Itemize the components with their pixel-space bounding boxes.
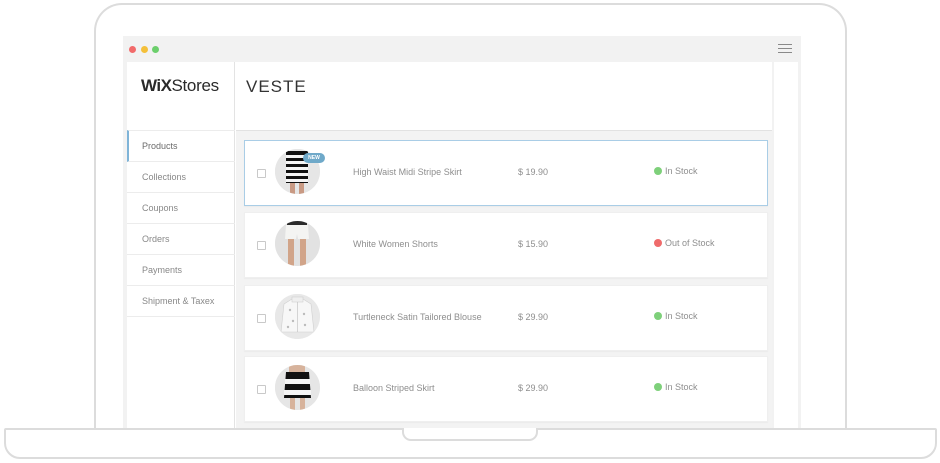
screen: WiXStores Products Collections Coupons O… [123,36,801,428]
row-checkbox[interactable] [257,169,266,178]
row-checkbox[interactable] [257,241,266,250]
sidebar-item-shipment-taxes[interactable]: Shipment & Taxex [127,286,235,317]
row-checkbox[interactable] [257,385,266,394]
status-dot-icon [654,167,662,175]
product-price: $ 15.90 [518,239,549,249]
status-dot-icon [654,383,662,391]
sidebar-item-collections[interactable]: Collections [127,162,235,193]
wix-stores-logo: WiXStores [141,76,219,95]
stock-status: In Stock [654,166,698,176]
stock-status: Out of Stock [654,238,715,248]
window-titlebar [123,36,801,62]
page-header: VESTE [236,62,772,131]
product-name[interactable]: Balloon Striped Skirt [353,383,435,393]
status-dot-icon [654,239,662,247]
main-content: VESTE NEW High Waist Midi Stripe Skirt $… [236,62,772,428]
product-price: $ 29.90 [518,312,549,322]
product-thumbnail-blouse [275,294,320,339]
sidebar-item-products[interactable]: Products [127,130,235,162]
product-thumbnail-white-shorts [275,221,320,266]
product-row[interactable]: Balloon Striped Skirt $ 29.90 In Stock [244,356,768,422]
product-name[interactable]: Turtleneck Satin Tailored Blouse [353,312,482,322]
stock-status: In Stock [654,311,698,321]
window-minimize-dot[interactable] [141,46,148,53]
sidebar: WiXStores Products Collections Coupons O… [127,62,235,428]
product-row[interactable]: Turtleneck Satin Tailored Blouse $ 29.90… [244,285,768,351]
sidebar-item-orders[interactable]: Orders [127,224,235,255]
page-title: VESTE [246,77,307,96]
new-badge: NEW [303,153,325,163]
product-name[interactable]: White Women Shorts [353,239,438,249]
laptop-base-notch [402,428,538,441]
app-window: WiXStores Products Collections Coupons O… [127,62,772,428]
sidebar-nav: Products Collections Coupons Orders Paym… [127,130,235,317]
product-row[interactable]: NEW High Waist Midi Stripe Skirt $ 19.90… [244,140,768,206]
product-thumbnail-balloon-skirt [275,365,320,410]
status-dot-icon [654,312,662,320]
hamburger-menu-icon[interactable] [778,43,794,55]
product-row[interactable]: White Women Shorts $ 15.90 Out of Stock [244,212,768,278]
row-checkbox[interactable] [257,314,266,323]
product-price: $ 29.90 [518,383,549,393]
window-maximize-dot[interactable] [152,46,159,53]
sidebar-item-coupons[interactable]: Coupons [127,193,235,224]
stock-status: In Stock [654,382,698,392]
sidebar-item-payments[interactable]: Payments [127,255,235,286]
window-close-dot[interactable] [129,46,136,53]
right-gutter [774,62,798,428]
product-price: $ 19.90 [518,167,549,177]
product-name[interactable]: High Waist Midi Stripe Skirt [353,167,462,177]
